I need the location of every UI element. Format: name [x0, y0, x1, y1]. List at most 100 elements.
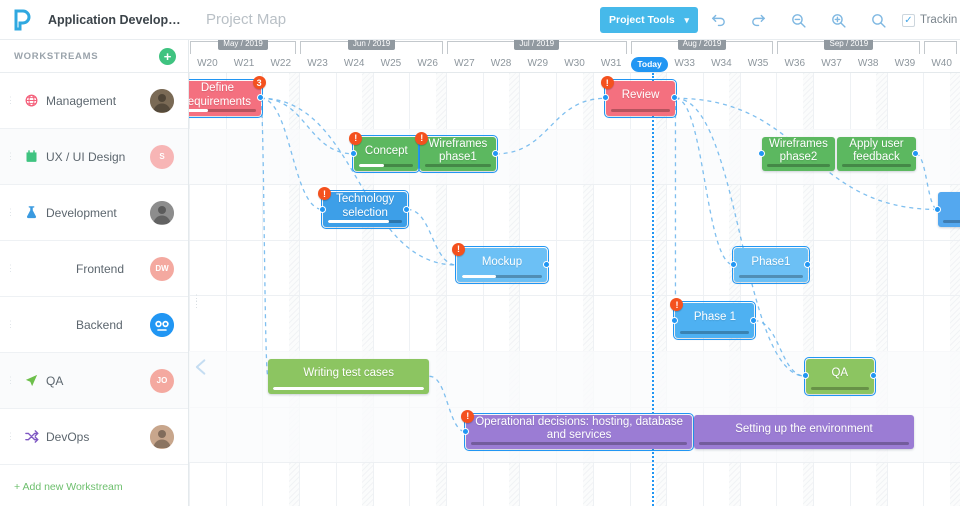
week-label: W26 — [417, 58, 438, 69]
p-logo-icon — [14, 9, 31, 30]
task-alert-badge[interactable]: ! — [415, 131, 429, 145]
workstreams-sidebar: WORKSTREAMS + ⋮ Management ⋮ UX / UI Design… — [0, 40, 189, 506]
task-progress-bar — [680, 330, 750, 334]
month-label-group: Jun / 2019 — [300, 38, 443, 54]
task-link-handle[interactable] — [911, 149, 919, 157]
row-drag-grip[interactable]: ⋮ — [6, 376, 16, 385]
task-link-handle[interactable] — [933, 205, 941, 213]
zoom-out-icon[interactable] — [778, 0, 818, 40]
sidebar-item-label: DevOps — [46, 429, 90, 444]
calendar-icon — [16, 149, 46, 164]
task-label: Wireframes phase2 — [769, 137, 828, 164]
week-label: W33 — [674, 58, 695, 69]
add-workstream-link[interactable]: + Add new Workstream — [0, 465, 188, 493]
row-drag-grip[interactable]: ⋮ — [6, 96, 16, 105]
task-link-handle[interactable] — [491, 149, 499, 157]
panel-drag-grip[interactable]: ⋮ ⋮ — [192, 294, 201, 309]
sidebar-item-devops[interactable]: ⋮ DevOps — [0, 409, 188, 465]
project-tools-button[interactable]: Project Tools ▾ — [600, 7, 698, 33]
row-drag-grip[interactable]: ⋮ — [6, 208, 16, 217]
task-label: Phase1 — [751, 255, 791, 268]
row-drag-grip[interactable]: ⋮ — [6, 152, 16, 161]
tracking-checkbox[interactable]: ✓ — [902, 13, 915, 27]
task-link-handle[interactable] — [803, 261, 811, 269]
task-bar[interactable]: Review! — [600, 76, 678, 118]
tracking-toggle[interactable]: ✓ Trackin — [902, 13, 960, 27]
sidebar-item-qa[interactable]: ⋮ QA JO — [0, 353, 188, 409]
task-bar[interactable]: Concept! — [349, 131, 421, 174]
app-logo[interactable] — [0, 8, 44, 32]
sidebar-item-frontend[interactable]: ⋮ Frontend DW — [0, 241, 188, 297]
sidebar-item-label: Development — [46, 205, 117, 220]
task-bar[interactable]: Wireframes phase2 — [761, 136, 836, 172]
week-label: W30 — [564, 58, 585, 69]
sidebar-item-label: UX / UI Design — [46, 149, 126, 164]
task-bar[interactable]: Mockup! — [452, 242, 549, 285]
redo-icon[interactable] — [738, 0, 778, 40]
task-label: Concept — [364, 144, 408, 157]
task-bar[interactable]: Apply user feedback — [837, 136, 916, 172]
row-drag-grip[interactable]: ⋮ — [6, 432, 16, 441]
task-label: Review — [621, 89, 660, 102]
zoom-in-icon[interactable] — [818, 0, 858, 40]
task-progress-bar — [272, 386, 425, 390]
collapse-panel-button[interactable] — [189, 345, 213, 389]
task-link-handle[interactable] — [256, 94, 264, 102]
task-bar[interactable]: Setting up the environment — [693, 414, 915, 450]
task-count-badge[interactable]: 3 — [252, 76, 266, 89]
workstreams-title: WORKSTREAMS — [14, 50, 99, 62]
avatar[interactable] — [150, 424, 174, 449]
avatar[interactable] — [150, 312, 174, 337]
workstream-list: ⋮ Management ⋮ UX / UI Design S ⋮ Development ⋮… — [0, 73, 188, 465]
task-alert-badge[interactable]: ! — [349, 131, 363, 145]
task-alert-badge[interactable]: ! — [452, 242, 465, 256]
task-bar[interactable]: Phase1 — [732, 245, 810, 285]
task-link-handle[interactable] — [757, 149, 765, 157]
row-drag-grip[interactable]: ⋮ — [6, 264, 16, 273]
task-link-handle[interactable] — [403, 205, 411, 213]
avatar[interactable] — [150, 88, 174, 113]
timeline-header: May / 2019 Jun / 2019 Jul / 2019 Aug / 2019… — [189, 38, 960, 73]
row-drag-grip[interactable]: ⋮ — [6, 320, 16, 329]
task-bar[interactable]: POC — [937, 192, 960, 227]
task-progress-bar — [462, 275, 542, 279]
task-link-handle[interactable] — [542, 261, 550, 269]
avatar[interactable]: S — [150, 144, 174, 169]
send-icon — [16, 373, 46, 388]
task-bar[interactable]: Define requirements!3 — [189, 76, 266, 118]
task-progress-fill — [272, 386, 425, 390]
task-bar[interactable]: Wireframes phase1! — [415, 131, 498, 174]
task-progress-fill — [328, 219, 390, 223]
avatar[interactable]: JO — [150, 368, 174, 393]
sidebar-item-management[interactable]: ⋮ Management — [0, 73, 188, 129]
task-bar[interactable]: QA — [803, 357, 876, 396]
sidebar-item-backend[interactable]: ⋮ Backend — [0, 297, 188, 353]
week-label: W31 — [600, 58, 622, 69]
task-bar[interactable]: Operational decisions: hosting, database… — [461, 409, 694, 452]
task-alert-badge[interactable]: ! — [461, 409, 475, 423]
month-label-group: Sep / 2019 — [777, 38, 921, 54]
task-progress-fill — [189, 108, 209, 112]
plus-circle-icon[interactable]: + — [159, 47, 176, 65]
page-title: Project Map — [206, 11, 287, 28]
task-link-handle[interactable] — [601, 94, 609, 102]
undo-icon[interactable] — [698, 0, 738, 40]
task-alert-badge[interactable]: ! — [670, 298, 684, 312]
month-label-group: Jul / 2019 — [447, 38, 627, 54]
search-icon[interactable] — [858, 0, 898, 40]
avatar[interactable] — [150, 200, 174, 225]
task-link-handle[interactable] — [869, 372, 877, 380]
chevron-down-icon: ▾ — [684, 14, 689, 25]
week-label: W27 — [454, 58, 475, 69]
task-bar[interactable]: Phase 1! — [670, 298, 757, 340]
task-bar[interactable]: Writing test cases — [267, 359, 430, 394]
task-link-handle[interactable] — [319, 205, 326, 213]
task-alert-badge[interactable]: ! — [600, 76, 614, 89]
sidebar-item-ux-ui-design[interactable]: ⋮ UX / UI Design S — [0, 129, 188, 185]
gantt-chart-area[interactable]: Define requirements!3Review!Concept!Wire… — [189, 73, 960, 506]
sidebar-item-development[interactable]: ⋮ Development — [0, 185, 188, 241]
month-scale: May / 2019 Jun / 2019 Jul / 2019 Aug / 2019… — [189, 38, 960, 55]
avatar[interactable]: DW — [150, 256, 174, 281]
task-bar[interactable]: Technology selection! — [318, 187, 410, 229]
week-label: W35 — [747, 58, 769, 69]
